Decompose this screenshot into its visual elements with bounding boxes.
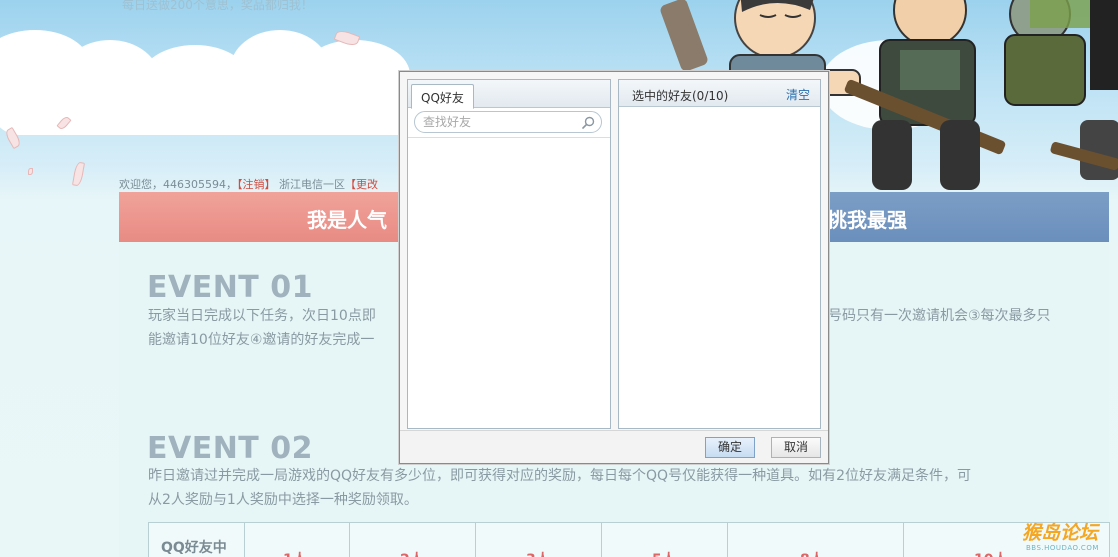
- reward-cell-label: 5人: [652, 549, 676, 557]
- reward-cell-label: 8人: [800, 549, 824, 557]
- event2-text-line1: 昨日邀请过并完成一局游戏的QQ好友有多少位，即可获得对应的奖励，每日每个QQ号仅…: [148, 468, 971, 484]
- event1-text-line1-right: 号码只有一次邀请机会③每次最多只: [828, 308, 1051, 324]
- reward-cell: 2人: [350, 523, 476, 557]
- selected-friend-list[interactable]: [619, 108, 820, 428]
- reward-cell: 3人: [476, 523, 602, 557]
- confirm-button[interactable]: 确定: [705, 437, 755, 458]
- clear-button[interactable]: 清空: [786, 86, 810, 103]
- selected-count-title: 选中的好友(0/10): [632, 89, 729, 103]
- reward-cell: 5人: [602, 523, 728, 557]
- dialog-footer: 确定 取消: [400, 430, 828, 463]
- selected-friends-pane: 选中的好友(0/10) 清空: [618, 79, 821, 429]
- search-input[interactable]: [423, 114, 577, 130]
- friends-pane-header: QQ好友: [408, 80, 610, 109]
- server-name: 浙江电信一区: [275, 178, 345, 191]
- reward-cell-label: 3人: [526, 549, 550, 557]
- event1-title: EVENT 01: [147, 270, 313, 305]
- top-note: 每日送做200个意思，奖品都归我！: [122, 0, 313, 12]
- search-icon[interactable]: [582, 116, 595, 129]
- petal: [71, 161, 86, 187]
- site-watermark-logo: 猴岛论坛 BBS.HOUDAO.COM: [1020, 518, 1114, 554]
- event1-text-line1-left: 玩家当日完成以下任务，次日10点即: [148, 308, 376, 324]
- search-box[interactable]: [414, 111, 602, 133]
- logout-link[interactable]: 【注销】: [237, 178, 276, 191]
- selected-pane-header: 选中的好友(0/10) 清空: [619, 80, 820, 107]
- reward-cell-label: 1人: [283, 549, 307, 557]
- reward-cell: 1人: [245, 523, 350, 557]
- friend-picker-dialog: QQ好友 选中的好友(0/10) 清空 确定 取消: [399, 71, 829, 464]
- petal: [28, 168, 33, 175]
- reward-cell-label: 10人: [974, 549, 1007, 557]
- reward-table-header: QQ好友中: [149, 523, 245, 557]
- welcome-text: 欢迎您，446305594，: [119, 178, 237, 191]
- welcome-bar: 欢迎您，446305594，【注销】 浙江电信一区【更改: [119, 176, 378, 192]
- watermark-sub: BBS.HOUDAO.COM: [1026, 544, 1099, 552]
- event2-text-line2: 从2人奖励与1人奖励中选择一种奖励领取。: [148, 492, 418, 508]
- friend-list[interactable]: [408, 138, 610, 428]
- reward-table: QQ好友中 1人 2人 3人 5人 8人 10人: [148, 522, 1110, 557]
- event1-text-line2: 能邀请10位好友④邀请的好友完成一: [148, 332, 375, 348]
- reward-cell: 8人: [728, 523, 904, 557]
- banner-right-title: 挑我最强: [827, 208, 907, 232]
- banner-left-title: 我是人气: [307, 208, 387, 232]
- cancel-button[interactable]: 取消: [771, 437, 821, 458]
- event2-title: EVENT 02: [147, 431, 313, 466]
- reward-cell-label: 2人: [400, 549, 424, 557]
- change-server-link[interactable]: 【更改: [345, 178, 378, 191]
- friends-pane: QQ好友: [407, 79, 611, 429]
- tab-qq-friends[interactable]: QQ好友: [411, 84, 474, 109]
- watermark-main: 猴岛论坛: [1022, 522, 1099, 544]
